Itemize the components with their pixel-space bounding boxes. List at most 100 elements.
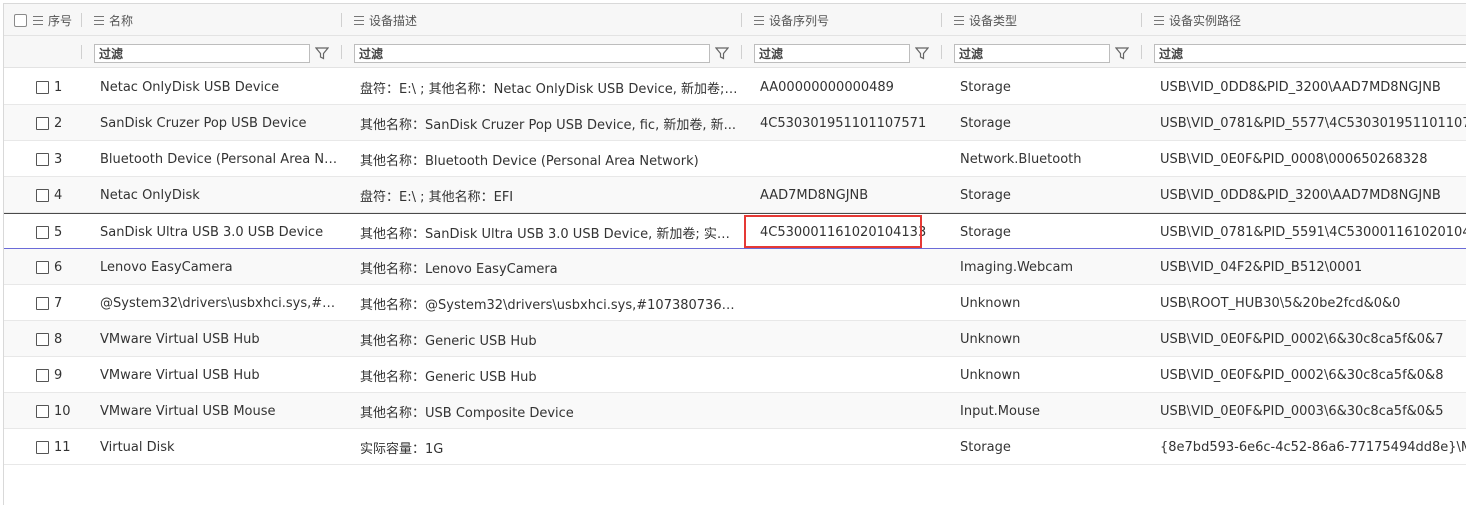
row-serial-cell[interactable] [760,429,940,465]
row-seq-cell[interactable]: 3 [36,141,82,177]
row-seq-cell[interactable]: 9 [36,357,82,393]
row-path-cell[interactable]: USB\VID_04F2&PID_B512\0001 [1160,249,1466,285]
row-checkbox[interactable] [36,260,49,274]
row-seq-cell[interactable]: 10 [36,393,82,429]
row-seq-cell[interactable]: 7 [36,285,82,321]
row-name-cell[interactable]: VMware Virtual USB Hub [100,357,338,393]
row-seq-cell[interactable]: 11 [36,429,82,465]
row-desc-cell[interactable]: 其他名称：USB Composite Device [360,393,738,429]
column-menu-icon[interactable] [33,15,43,25]
filter-icon[interactable] [315,46,329,60]
row-desc-cell[interactable]: 其他名称：Lenovo EasyCamera [360,249,738,285]
row-type-cell[interactable]: Storage [960,105,1140,141]
row-type-cell[interactable]: Storage [960,177,1140,213]
table-row[interactable]: 1 Netac OnlyDisk USB Device 盘符：E:\ ; 其他名称：… [4,69,1466,105]
row-serial-cell[interactable] [760,285,940,321]
row-checkbox[interactable] [36,188,49,202]
table-row[interactable]: 6 Lenovo EasyCamera 其他名称：Lenovo EasyCamera… [4,249,1466,285]
row-serial-cell[interactable] [760,321,940,357]
row-checkbox[interactable] [36,116,49,130]
row-desc-cell[interactable]: 盘符：E:\ ; 其他名称：EFI [360,177,738,213]
filter-icon[interactable] [915,46,929,60]
row-serial-cell[interactable]: AA00000000000489 [760,69,940,105]
name-filter-input[interactable]: 过滤 [94,44,310,63]
row-path-cell[interactable]: USB\VID_0DD8&PID_3200\AAD7MD8NGJNB [1160,69,1466,105]
row-path-cell[interactable]: USB\VID_0E0F&PID_0003\6&30c8ca5f&0&5 [1160,393,1466,429]
row-type-cell[interactable]: Imaging.Webcam [960,249,1140,285]
table-row[interactable]: 7 @System32\drivers\usbxhci.sys,#10... 其他名… [4,285,1466,321]
select-all-checkbox[interactable] [14,13,27,27]
row-serial-cell[interactable]: 4C530301951101107571 [760,105,940,141]
serial-filter-input[interactable]: 过滤 [754,44,910,63]
column-menu-icon[interactable] [954,15,964,25]
column-divider[interactable] [81,13,82,27]
row-path-cell[interactable]: USB\VID_0781&PID_5577\4C5303019511011075… [1160,105,1466,141]
row-name-cell[interactable]: SanDisk Ultra USB 3.0 USB Device [100,214,338,250]
row-desc-cell[interactable]: 其他名称：@System32\drivers\usbxhci.sys,#1073… [360,285,738,321]
column-menu-icon[interactable] [754,15,764,25]
header-seq[interactable]: 序号 [14,4,72,36]
row-checkbox[interactable] [36,368,49,382]
row-checkbox[interactable] [36,332,49,346]
column-divider[interactable] [941,13,942,27]
filter-icon[interactable] [715,46,729,60]
row-path-cell[interactable]: USB\VID_0E0F&PID_0002\6&30c8ca5f&0&8 [1160,357,1466,393]
header-serial[interactable]: 设备序列号 [754,4,829,36]
type-filter-input[interactable]: 过滤 [954,44,1110,63]
column-menu-icon[interactable] [94,15,104,25]
table-row[interactable]: 5 SanDisk Ultra USB 3.0 USB Device 其他名称：Sa… [4,213,1466,249]
row-path-cell[interactable]: USB\ROOT_HUB30\5&20be2fcd&0&0 [1160,285,1466,321]
row-name-cell[interactable]: Bluetooth Device (Personal Area Net... [100,141,338,177]
table-row[interactable]: 11 Virtual Disk 实际容量：1G Storage {8e7bd593-6e… [4,429,1466,465]
row-type-cell[interactable]: Storage [960,69,1140,105]
row-checkbox[interactable] [36,225,49,239]
header-type[interactable]: 设备类型 [954,4,1017,36]
row-serial-cell[interactable]: AAD7MD8NGJNB [760,177,940,213]
row-name-cell[interactable]: VMware Virtual USB Mouse [100,393,338,429]
header-path[interactable]: 设备实例路径 [1154,4,1241,36]
table-row[interactable]: 4 Netac OnlyDisk 盘符：E:\ ; 其他名称：EFI AAD7MD8N… [4,177,1466,213]
row-desc-cell[interactable]: 其他名称：Generic USB Hub [360,357,738,393]
row-seq-cell[interactable]: 4 [36,177,82,213]
row-desc-cell[interactable]: 其他名称：Generic USB Hub [360,321,738,357]
row-path-cell[interactable]: {8e7bd593-6e6c-4c52-86a6-77175494dd8e}\M… [1160,429,1466,465]
row-name-cell[interactable]: VMware Virtual USB Hub [100,321,338,357]
column-divider[interactable] [341,13,342,27]
table-row[interactable]: 10 VMware Virtual USB Mouse 其他名称：USB Compo… [4,393,1466,429]
row-type-cell[interactable]: Storage [960,429,1140,465]
column-menu-icon[interactable] [354,15,364,25]
column-divider[interactable] [741,13,742,27]
row-type-cell[interactable]: Unknown [960,285,1140,321]
row-name-cell[interactable]: Lenovo EasyCamera [100,249,338,285]
header-desc[interactable]: 设备描述 [354,4,417,36]
row-serial-cell[interactable] [760,141,940,177]
row-desc-cell[interactable]: 盘符：E:\ ; 其他名称：Netac OnlyDisk USB Device,… [360,69,738,105]
header-name[interactable]: 名称 [94,4,133,36]
row-name-cell[interactable]: SanDisk Cruzer Pop USB Device [100,105,338,141]
row-name-cell[interactable]: @System32\drivers\usbxhci.sys,#10... [100,285,338,321]
row-serial-cell[interactable] [760,249,940,285]
row-name-cell[interactable]: Virtual Disk [100,429,338,465]
row-name-cell[interactable]: Netac OnlyDisk USB Device [100,69,338,105]
row-checkbox[interactable] [36,404,49,418]
row-seq-cell[interactable]: 1 [36,69,82,105]
row-path-cell[interactable]: USB\VID_0E0F&PID_0008\000650268328 [1160,141,1466,177]
row-desc-cell[interactable]: 其他名称：SanDisk Ultra USB 3.0 USB Device, 新… [360,214,738,250]
row-path-cell[interactable]: USB\VID_0781&PID_5591\4C5300011610201041… [1160,214,1466,250]
row-path-cell[interactable]: USB\VID_0DD8&PID_3200\AAD7MD8NGJNB [1160,177,1466,213]
row-desc-cell[interactable]: 实际容量：1G [360,429,738,465]
row-seq-cell[interactable]: 2 [36,105,82,141]
row-type-cell[interactable]: Unknown [960,357,1140,393]
row-seq-cell[interactable]: 6 [36,249,82,285]
row-checkbox[interactable] [36,296,49,310]
path-filter-input[interactable]: 过滤 [1154,44,1466,63]
row-type-cell[interactable]: Storage [960,214,1140,250]
row-serial-cell[interactable] [760,393,940,429]
row-desc-cell[interactable]: 其他名称：Bluetooth Device (Personal Area Net… [360,141,738,177]
row-serial-cell[interactable] [760,357,940,393]
table-row[interactable]: 3 Bluetooth Device (Personal Area Net... 其… [4,141,1466,177]
row-serial-cell[interactable]: 4C530001161020104133 [760,214,940,250]
row-seq-cell[interactable]: 5 [36,214,82,250]
row-checkbox[interactable] [36,440,49,454]
row-checkbox[interactable] [36,152,49,166]
